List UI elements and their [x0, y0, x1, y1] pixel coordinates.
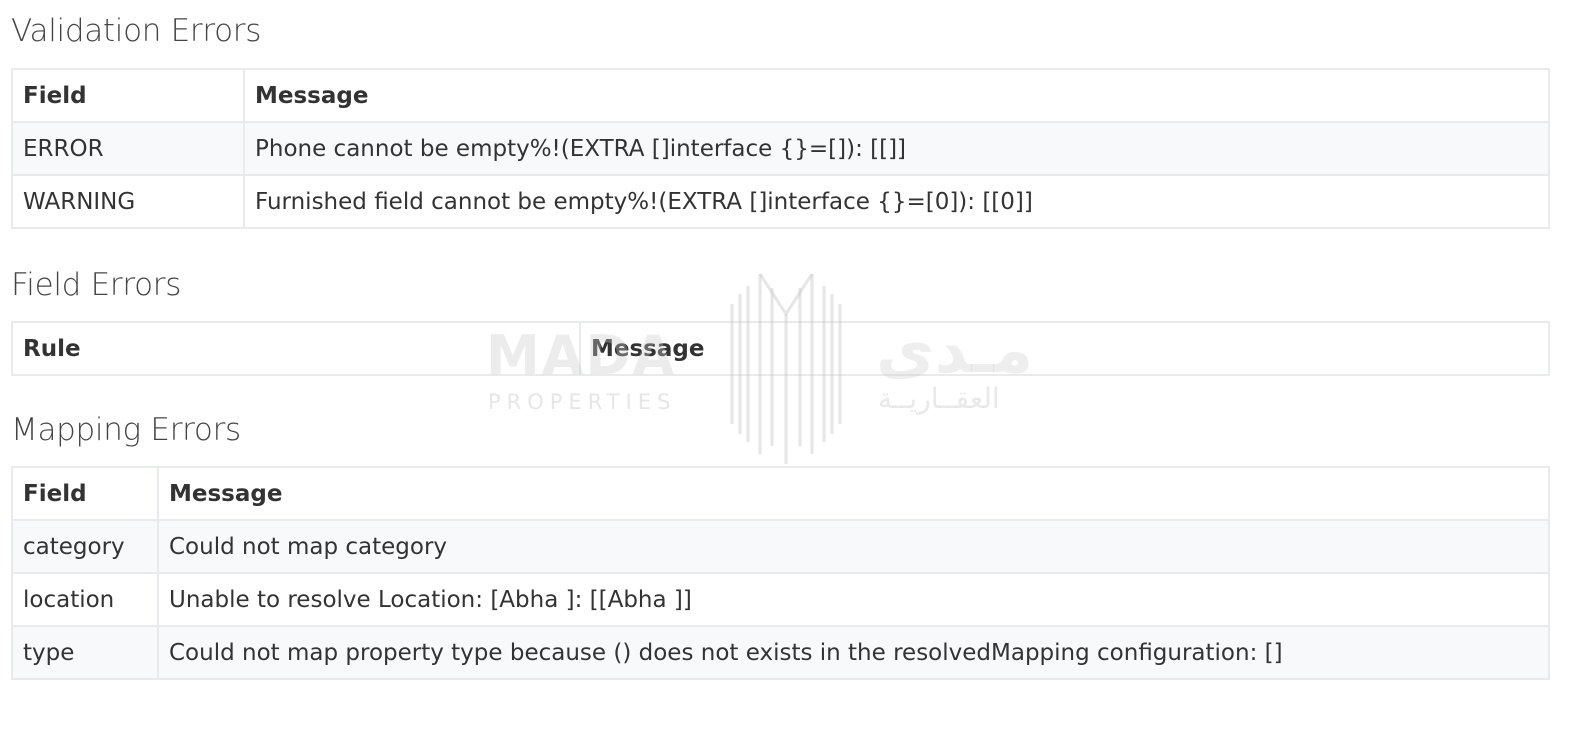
table-row: type Could not map property type because… [11, 625, 1550, 680]
error-report-page: Validation Errors Field Message ERROR Ph… [0, 0, 1596, 748]
validation-errors-table: Field Message ERROR Phone cannot be empt… [11, 68, 1550, 229]
table-row: location Unable to resolve Location: [Ab… [11, 572, 1550, 627]
cell-message: Phone cannot be empty%!(EXTRA []interfac… [243, 121, 1550, 176]
cell-field: category [11, 519, 159, 574]
field-errors-table: Rule Message [11, 321, 1550, 376]
watermark-logo-subtext: PROPERTIES [488, 390, 677, 414]
mapping-errors-table: Field Message category Could not map cat… [11, 466, 1550, 680]
table-header-row: Field Message [11, 466, 1550, 521]
column-header-message: Message [157, 466, 1550, 521]
table-header-row: Field Message [11, 68, 1550, 123]
cell-message: Could not map category [157, 519, 1550, 574]
table-row: category Could not map category [11, 519, 1550, 574]
cell-field: WARNING [11, 174, 245, 229]
table-header-row: Rule Message [11, 321, 1550, 376]
table-row: ERROR Phone cannot be empty%!(EXTRA []in… [11, 121, 1550, 176]
cell-field: ERROR [11, 121, 245, 176]
column-header-field: Field [11, 68, 245, 123]
cell-message: Unable to resolve Location: [Abha ]: [[A… [157, 572, 1550, 627]
cell-field: type [11, 625, 159, 680]
validation-errors-title: Validation Errors [11, 13, 262, 49]
cell-message: Could not map property type because () d… [157, 625, 1550, 680]
watermark-arabic-logo-subtext: العقــاريــة [878, 382, 1000, 415]
column-header-rule: Rule [11, 321, 581, 376]
table-row: WARNING Furnished field cannot be empty%… [11, 174, 1550, 229]
cell-message: Furnished field cannot be empty%!(EXTRA … [243, 174, 1550, 229]
column-header-message: Message [579, 321, 1550, 376]
field-errors-title: Field Errors [11, 267, 182, 303]
cell-field: location [11, 572, 159, 627]
column-header-field: Field [11, 466, 159, 521]
mapping-errors-title: Mapping Errors [11, 412, 241, 448]
column-header-message: Message [243, 68, 1550, 123]
